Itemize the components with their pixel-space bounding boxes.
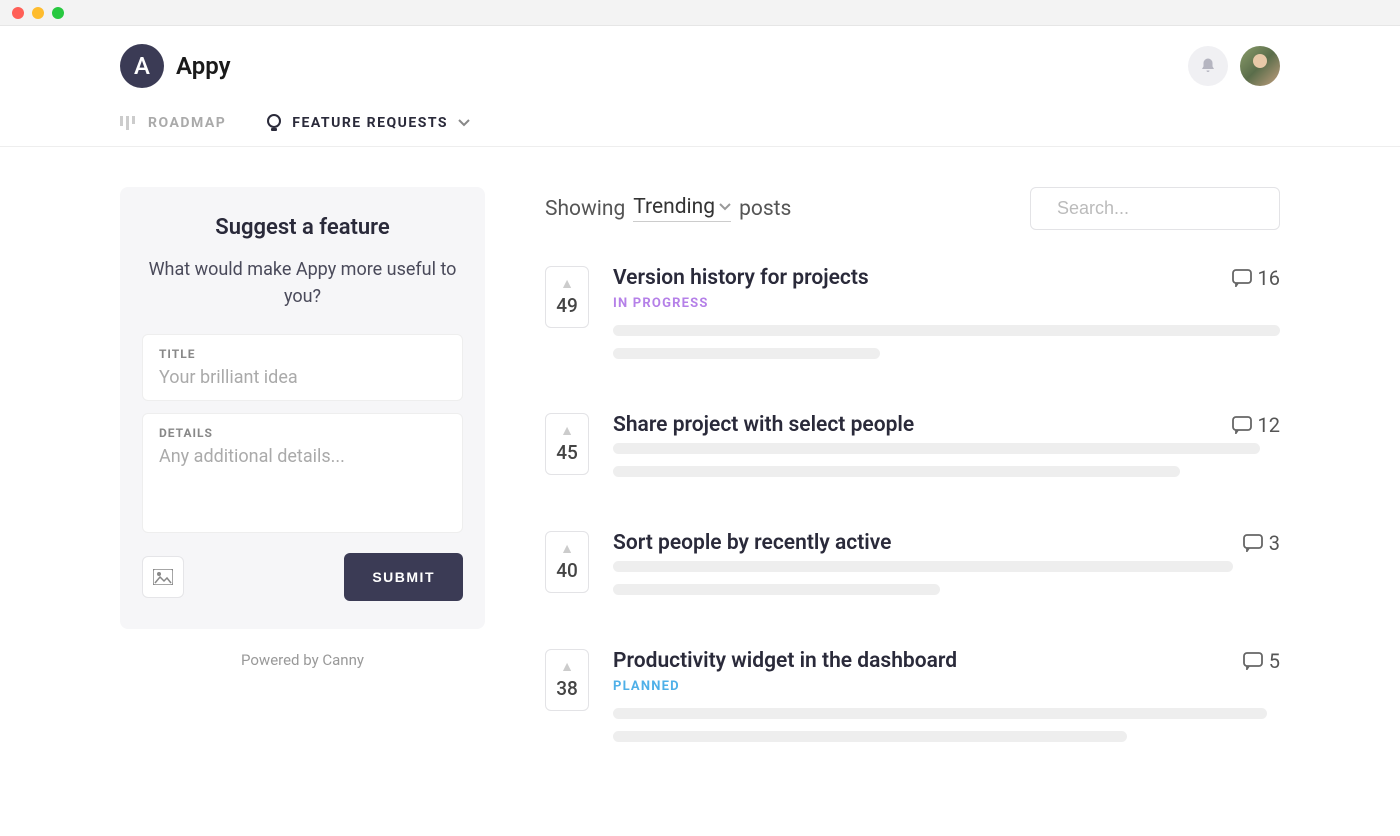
comment-icon: [1232, 416, 1252, 434]
comments-number: 3: [1269, 531, 1280, 555]
post-item[interactable]: ▲ 38 Productivity widget in the dashboar…: [545, 649, 1280, 754]
post-body: Sort people by recently active 3: [613, 531, 1280, 607]
comments-count[interactable]: 12: [1232, 413, 1280, 437]
content: Showing Trending posts ▲ 49 Version hist…: [545, 187, 1280, 796]
title-field-group: TITLE: [142, 334, 463, 401]
comments-number: 16: [1258, 266, 1280, 290]
comments-number: 12: [1258, 413, 1280, 437]
notifications-button[interactable]: [1188, 46, 1228, 86]
sort-dropdown[interactable]: Trending: [633, 195, 731, 222]
post-body: Share project with select people 12: [613, 413, 1280, 489]
post-header: Productivity widget in the dashboard PLA…: [613, 649, 1280, 708]
title-input[interactable]: [159, 367, 446, 388]
image-icon: [153, 569, 173, 585]
post-title: Version history for projects: [613, 266, 869, 290]
bell-icon: [1199, 57, 1217, 75]
post-title: Share project with select people: [613, 413, 914, 437]
comments-number: 5: [1269, 649, 1280, 673]
sort-value: Trending: [633, 195, 715, 219]
nav: ROADMAP FEATURE REQUESTS: [0, 88, 1400, 147]
post-excerpt-placeholder: [613, 348, 880, 359]
nav-roadmap-label: ROADMAP: [148, 115, 226, 131]
details-label: DETAILS: [159, 426, 446, 440]
post-body: Version history for projects IN PROGRESS…: [613, 266, 1280, 371]
comment-icon: [1243, 652, 1263, 670]
form-actions: SUBMIT: [142, 553, 463, 601]
user-avatar[interactable]: [1240, 46, 1280, 86]
vote-button[interactable]: ▲ 45: [545, 413, 589, 475]
upvote-arrow-icon: ▲: [560, 540, 574, 557]
post-title: Sort people by recently active: [613, 531, 891, 555]
nav-feature-requests-label: FEATURE REQUESTS: [292, 115, 448, 131]
details-textarea[interactable]: [159, 446, 446, 516]
chevron-down-icon: [458, 119, 470, 127]
post-status: IN PROGRESS: [613, 296, 869, 311]
showing-text: Showing Trending posts: [545, 195, 791, 222]
brand-name: Appy: [176, 52, 231, 80]
upvote-arrow-icon: ▲: [560, 658, 574, 675]
upvote-arrow-icon: ▲: [560, 275, 574, 292]
nav-roadmap[interactable]: ROADMAP: [120, 114, 226, 132]
chevron-down-icon: [719, 203, 731, 211]
title-label: TITLE: [159, 347, 446, 361]
window-titlebar: [0, 0, 1400, 26]
window-minimize-button[interactable]: [32, 7, 44, 19]
post-header: Sort people by recently active 3: [613, 531, 1280, 561]
post-item[interactable]: ▲ 45 Share project with select people 12: [545, 413, 1280, 489]
post-excerpt-placeholder: [613, 466, 1180, 477]
main: Suggest a feature What would make Appy m…: [0, 147, 1400, 836]
comments-count[interactable]: 3: [1243, 531, 1280, 555]
comments-count[interactable]: 16: [1232, 266, 1280, 290]
search-input[interactable]: [1057, 198, 1289, 219]
post-title: Productivity widget in the dashboard: [613, 649, 957, 673]
vote-button[interactable]: ▲ 40: [545, 531, 589, 593]
post-excerpt-placeholder: [613, 443, 1260, 454]
vote-count: 45: [556, 441, 578, 464]
details-field-group: DETAILS: [142, 413, 463, 533]
vote-count: 38: [556, 677, 578, 700]
suggest-feature-card: Suggest a feature What would make Appy m…: [120, 187, 485, 629]
post-item[interactable]: ▲ 40 Sort people by recently active 3: [545, 531, 1280, 607]
comment-icon: [1243, 534, 1263, 552]
post-excerpt-placeholder: [613, 708, 1267, 719]
suggest-title: Suggest a feature: [142, 215, 463, 240]
brand-logo: A: [120, 44, 164, 88]
upvote-arrow-icon: ▲: [560, 422, 574, 439]
submit-button[interactable]: SUBMIT: [344, 553, 463, 601]
header-actions: [1188, 46, 1280, 86]
brand[interactable]: A Appy: [120, 44, 231, 88]
header: A Appy: [0, 26, 1400, 88]
nav-feature-requests[interactable]: FEATURE REQUESTS: [266, 114, 470, 132]
suggest-subtitle: What would make Appy more useful to you?: [142, 256, 463, 310]
post-excerpt-placeholder: [613, 561, 1233, 572]
lightbulb-icon: [266, 114, 282, 132]
showing-suffix: posts: [739, 197, 791, 221]
vote-button[interactable]: ▲ 49: [545, 266, 589, 328]
post-item[interactable]: ▲ 49 Version history for projects IN PRO…: [545, 266, 1280, 371]
window-close-button[interactable]: [12, 7, 24, 19]
showing-prefix: Showing: [545, 197, 625, 221]
roadmap-icon: [120, 116, 138, 130]
search-box[interactable]: [1030, 187, 1280, 230]
post-excerpt-placeholder: [613, 584, 940, 595]
post-excerpt-placeholder: [613, 731, 1127, 742]
post-header: Version history for projects IN PROGRESS…: [613, 266, 1280, 325]
vote-count: 40: [556, 559, 578, 582]
comments-count[interactable]: 5: [1243, 649, 1280, 673]
post-header: Share project with select people 12: [613, 413, 1280, 443]
comment-icon: [1232, 269, 1252, 287]
window-maximize-button[interactable]: [52, 7, 64, 19]
content-header: Showing Trending posts: [545, 187, 1280, 230]
post-body: Productivity widget in the dashboard PLA…: [613, 649, 1280, 754]
posts-list: ▲ 49 Version history for projects IN PRO…: [545, 266, 1280, 754]
attach-image-button[interactable]: [142, 556, 184, 598]
powered-by-text[interactable]: Powered by Canny: [120, 651, 485, 669]
vote-count: 49: [556, 294, 578, 317]
post-status: PLANNED: [613, 679, 957, 694]
post-excerpt-placeholder: [613, 325, 1280, 336]
sidebar: Suggest a feature What would make Appy m…: [120, 187, 485, 796]
vote-button[interactable]: ▲ 38: [545, 649, 589, 711]
